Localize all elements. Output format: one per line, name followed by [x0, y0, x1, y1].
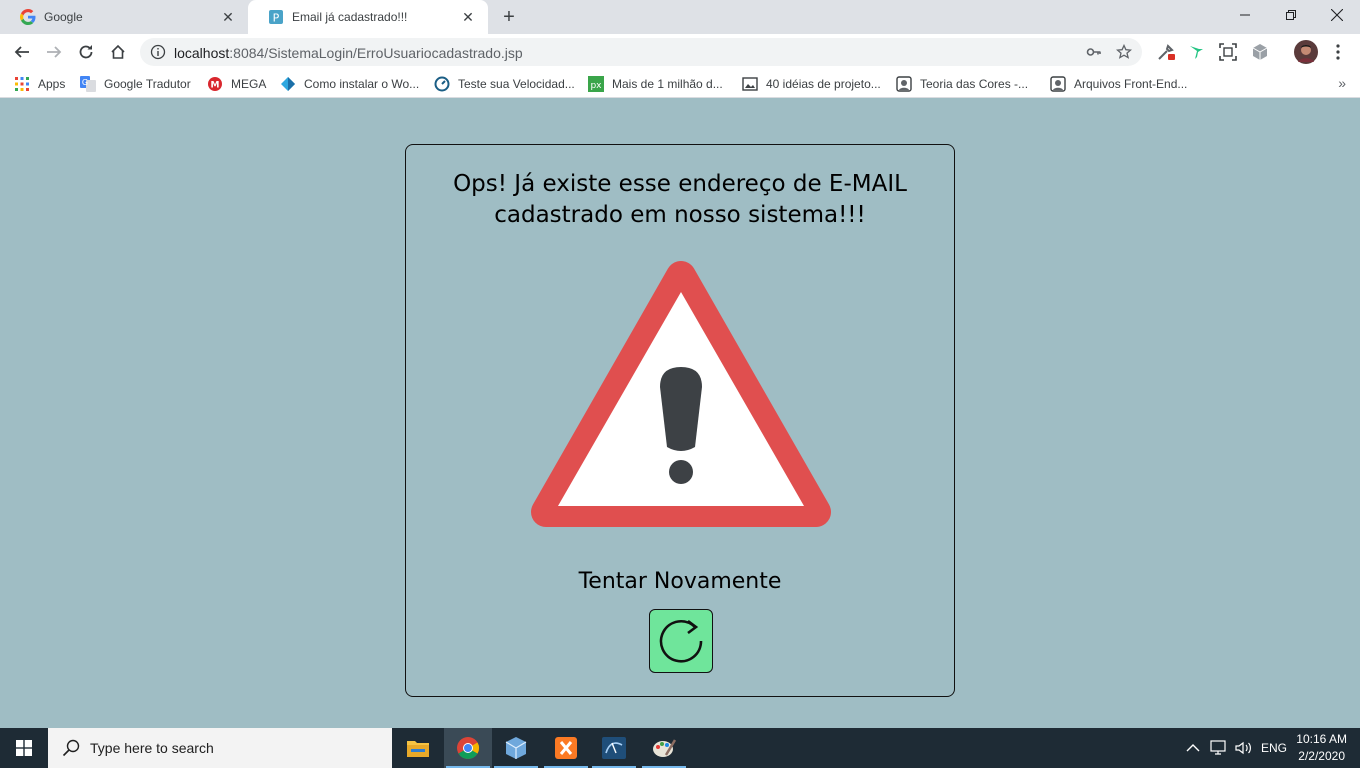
network-icon[interactable]: [1210, 728, 1228, 768]
address-bar[interactable]: localhost:8084/SistemaLogin/ErroUsuarioc…: [140, 38, 1142, 66]
window-close-icon[interactable]: [1314, 0, 1360, 30]
chrome-taskbar-icon[interactable]: [444, 728, 492, 768]
bookmark-label: Apps: [38, 77, 66, 91]
heading-line-2: cadastrado em nosso sistema!!!: [494, 202, 866, 228]
virtualbox-icon[interactable]: [492, 728, 540, 768]
key-icon[interactable]: [1086, 44, 1102, 60]
xampp-icon[interactable]: [542, 728, 590, 768]
apps-grid-icon: [14, 76, 30, 92]
info-icon[interactable]: [150, 44, 166, 60]
clock-time: 10:16 AM: [1296, 732, 1347, 746]
bookmark-mais-de-1-milhao[interactable]: px Mais de 1 milhão d...: [588, 75, 723, 93]
chevron-right-icon[interactable]: »: [1338, 75, 1346, 91]
bookmark-label: 40 idéias de projeto...: [766, 77, 881, 91]
diamond-icon: [280, 76, 296, 92]
bookmark-mega[interactable]: M MEGA: [207, 75, 266, 93]
avatar[interactable]: [1294, 40, 1318, 64]
tab-google[interactable]: Google ✕: [0, 0, 248, 34]
profile-icon: [1050, 76, 1066, 92]
bookmark-label: MEGA: [231, 77, 267, 91]
bookmark-teste-velocidade[interactable]: Teste sua Velocidad...: [434, 75, 575, 93]
restore-icon[interactable]: [1268, 0, 1314, 30]
bookmark-label: Mais de 1 milhão d...: [612, 77, 723, 91]
search-icon: [62, 739, 80, 757]
url-path: :8084/SistemaLogin/ErroUsuariocadastrado…: [229, 45, 523, 61]
translate-icon: G: [80, 76, 96, 92]
hummingbird-extension-icon[interactable]: [1186, 42, 1206, 62]
browser-toolbar: localhost:8084/SistemaLogin/ErroUsuarioc…: [0, 34, 1360, 70]
search-placeholder: Type here to search: [90, 740, 214, 756]
clock[interactable]: 10:16 AM 2/2/2020: [1296, 731, 1347, 765]
tab-title: Email já cadastrado!!!: [292, 10, 408, 24]
bookmark-label: Google Tradutor: [104, 77, 191, 91]
screenshot-extension-icon[interactable]: [1218, 42, 1238, 62]
bookmark-label: Como instalar o Wo...: [304, 77, 420, 91]
mega-icon: M: [207, 76, 223, 92]
taskbar-search[interactable]: Type here to search: [48, 728, 392, 768]
tab-active[interactable]: P Email já cadastrado!!! ✕: [248, 0, 488, 34]
close-icon[interactable]: ✕: [460, 9, 476, 25]
bookmark-40-ideias[interactable]: 40 idéias de projeto...: [742, 75, 881, 93]
cube-extension-icon[interactable]: [1250, 42, 1270, 62]
retry-button[interactable]: [649, 609, 713, 673]
bookmark-label: Teste sua Velocidad...: [458, 77, 575, 91]
clock-date: 2/2/2020: [1298, 749, 1345, 763]
p-favicon-icon: P: [268, 9, 284, 25]
image-icon: [742, 76, 758, 92]
file-explorer-icon[interactable]: [394, 728, 442, 768]
profile-icon: [896, 76, 912, 92]
svg-text:M: M: [211, 81, 220, 91]
bookmark-como-instalar[interactable]: Como instalar o Wo...: [280, 75, 419, 93]
retry-label: Tentar Novamente: [578, 569, 782, 594]
bookmarks-bar: Apps G Google Tradutor M MEGA Como insta…: [0, 70, 1360, 98]
px-icon: px: [588, 76, 604, 92]
warning-icon: [530, 260, 832, 536]
tab-strip: Google ✕ P Email já cadastrado!!! ✕ +: [0, 0, 1360, 34]
taskbar: Type here to search ENG 10:16 AM 2/2/202…: [0, 728, 1360, 768]
language-indicator[interactable]: ENG: [1261, 728, 1287, 768]
bookmark-google-tradutor[interactable]: G Google Tradutor: [80, 75, 191, 93]
volume-icon[interactable]: [1234, 728, 1252, 768]
svg-text:px: px: [590, 81, 602, 91]
minimize-icon[interactable]: [1222, 0, 1268, 30]
refresh-icon: [659, 619, 703, 663]
eyedropper-extension-icon[interactable]: [1156, 42, 1176, 62]
tab-title: Google: [44, 10, 83, 24]
bookmark-label: Teoria das Cores -...: [920, 77, 1029, 91]
heading-line-1: Ops! Já existe esse endereço de E-MAIL: [453, 171, 907, 197]
speedtest-icon: [434, 76, 450, 92]
google-icon: [20, 9, 36, 25]
bookmark-teoria-das-cores[interactable]: Teoria das Cores -...: [896, 75, 1028, 93]
close-icon[interactable]: ✕: [220, 9, 236, 25]
error-heading: Ops! Já existe esse endereço de E-MAIL c…: [406, 169, 954, 231]
url-host: localhost: [174, 45, 230, 61]
chevron-up-icon[interactable]: [1186, 728, 1200, 768]
bookmark-apps[interactable]: Apps: [14, 75, 65, 93]
bookmark-label: Arquivos Front-End...: [1074, 77, 1188, 91]
paint-icon[interactable]: [640, 728, 688, 768]
new-tab-button[interactable]: +: [498, 6, 520, 28]
back-arrow-icon[interactable]: [8, 38, 36, 66]
url-text: localhost:8084/SistemaLogin/ErroUsuarioc…: [174, 45, 523, 61]
windows-start-icon[interactable]: [0, 728, 48, 768]
home-icon[interactable]: [104, 38, 132, 66]
svg-text:G: G: [82, 78, 88, 87]
reload-icon[interactable]: [72, 38, 100, 66]
error-card: Ops! Já existe esse endereço de E-MAIL c…: [405, 144, 955, 697]
forward-arrow-icon[interactable]: [40, 38, 68, 66]
svg-text:P: P: [273, 12, 280, 25]
bookmark-arquivos-front-end[interactable]: Arquivos Front-End...: [1050, 75, 1187, 93]
star-icon[interactable]: [1115, 43, 1133, 60]
menu-dots-icon[interactable]: [1328, 42, 1348, 62]
mysql-workbench-icon[interactable]: [590, 728, 638, 768]
